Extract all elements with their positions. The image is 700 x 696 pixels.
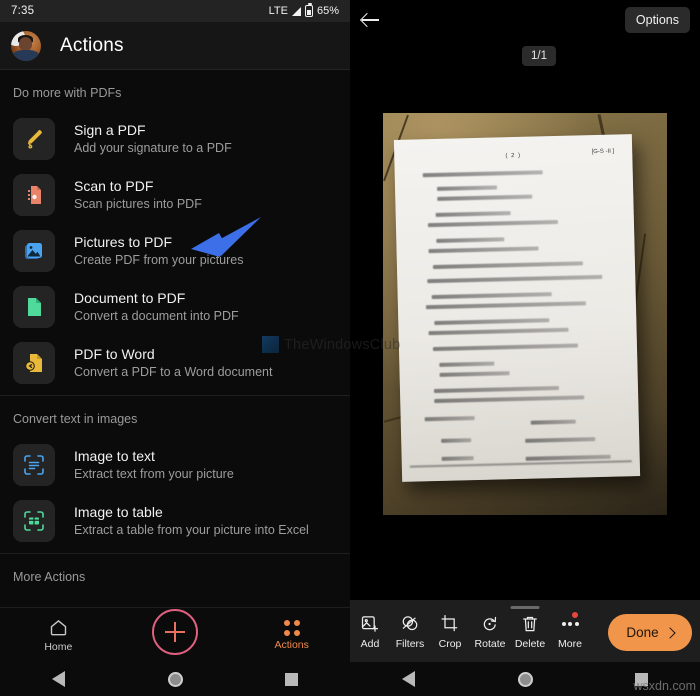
- action-title: Sign a PDF: [74, 122, 146, 138]
- done-button[interactable]: Done: [608, 614, 692, 651]
- watermark-secondary: wsxdn.com: [633, 679, 696, 693]
- plus-fab-icon[interactable]: [152, 609, 198, 655]
- toolbar-label-rotate: Rotate: [474, 638, 506, 650]
- action-row-sign-a-pdf[interactable]: Sign a PDF Add your signature to a PDF: [0, 111, 350, 167]
- screenshot-root: 7:35 LTE 65% Actions Do more with PDFs S…: [0, 0, 700, 696]
- action-row-image-to-text[interactable]: Image to text Extract text from your pic…: [0, 437, 350, 493]
- section-header-pdfs: Do more with PDFs: [13, 86, 122, 100]
- action-title: Pictures to PDF: [74, 234, 173, 250]
- toolbar-label-more: More: [558, 638, 582, 650]
- pen-icon: [13, 118, 55, 160]
- section-header-convert-text: Convert text in images: [13, 412, 138, 426]
- bottom-navigation-bar: Home Actions: [0, 607, 350, 662]
- battery-percent-label: 65%: [316, 5, 339, 17]
- back-arrow-icon[interactable]: [360, 9, 382, 31]
- filters-icon: [402, 616, 418, 631]
- app-header: Actions: [0, 22, 350, 70]
- action-row-pdf-to-word[interactable]: PDF to Word Convert a PDF to a Word docu…: [0, 335, 350, 391]
- toolbar-button-rotate[interactable]: Rotate: [470, 614, 510, 650]
- system-navigation-bar-left: [0, 662, 350, 696]
- action-row-document-to-pdf[interactable]: Document to PDF Convert a document into …: [0, 279, 350, 335]
- toolbar-label-filters: Filters: [395, 638, 425, 650]
- action-subtitle: Create PDF from your pictures: [74, 253, 244, 267]
- action-title: Image to table: [74, 504, 163, 520]
- status-time: 7:35: [11, 5, 35, 17]
- paper-document: ( 2 ) [G-S -II ]: [393, 134, 641, 482]
- image-to-table-icon: [13, 500, 55, 542]
- editor-toolbar: Add Filters Crop Rotate Delete More Done: [350, 600, 700, 662]
- right-phone-screen: Options 1/1 ( 2 ) [G-S -II ] Add Filters…: [350, 0, 700, 696]
- nav-item-home[interactable]: Home: [0, 617, 117, 653]
- action-subtitle: Extract a table from your picture into E…: [74, 523, 309, 537]
- page-title: Actions: [60, 34, 124, 56]
- system-recents-button[interactable]: [233, 672, 350, 686]
- home-icon: [50, 620, 67, 636]
- scan-document-icon: [13, 174, 55, 216]
- system-back-button[interactable]: [350, 671, 467, 687]
- nav-label-home: Home: [44, 641, 73, 653]
- status-bar: 7:35 LTE 65%: [0, 0, 350, 22]
- toolbar-label-delete: Delete: [514, 638, 546, 650]
- trash-icon: [523, 616, 537, 632]
- action-title: PDF to Word: [74, 346, 155, 362]
- add-image-icon: [361, 616, 379, 632]
- left-phone-screen: 7:35 LTE 65% Actions Do more with PDFs S…: [0, 0, 350, 696]
- action-subtitle: Scan pictures into PDF: [74, 197, 202, 211]
- page-indicator-badge: 1/1: [522, 46, 556, 66]
- rotate-icon: [483, 616, 497, 631]
- grid-icon: [283, 619, 300, 636]
- paper-header-text: ( 2 ): [505, 152, 522, 160]
- section-header-more-actions: More Actions: [13, 570, 86, 584]
- scanned-page-preview[interactable]: ( 2 ) [G-S -II ]: [383, 113, 667, 515]
- toolbar-button-crop[interactable]: Crop: [430, 614, 470, 650]
- toolbar-button-add[interactable]: Add: [350, 614, 390, 650]
- options-button[interactable]: Options: [624, 7, 690, 33]
- nav-item-actions[interactable]: Actions: [233, 619, 350, 651]
- more-badge-dot: [572, 612, 578, 618]
- toolbar-label-add: Add: [360, 638, 380, 650]
- drag-handle[interactable]: [510, 606, 540, 609]
- nav-label-actions: Actions: [274, 638, 309, 651]
- paper-code-text: [G-S -II ]: [591, 148, 615, 156]
- picture-icon: [13, 230, 55, 272]
- toolbar-button-delete[interactable]: Delete: [510, 614, 550, 650]
- action-subtitle: Add your signature to a PDF: [74, 141, 232, 155]
- actions-list: Do more with PDFs Sign a PDF Add your si…: [0, 70, 350, 595]
- network-type-label: LTE: [268, 5, 288, 17]
- action-row-pictures-to-pdf[interactable]: Pictures to PDF Create PDF from your pic…: [0, 223, 350, 279]
- system-back-button[interactable]: [0, 671, 117, 687]
- nav-item-create[interactable]: [117, 609, 234, 655]
- action-subtitle: Convert a PDF to a Word document: [74, 365, 273, 379]
- signal-icon: [291, 6, 301, 16]
- image-to-text-icon: [13, 444, 55, 486]
- action-title: Document to PDF: [74, 290, 186, 306]
- chevron-right-icon: [663, 626, 676, 639]
- pdf-to-word-icon: [13, 342, 55, 384]
- action-title: Scan to PDF: [74, 178, 154, 194]
- toolbar-button-more[interactable]: More: [550, 612, 590, 650]
- action-row-image-to-table[interactable]: Image to table Extract a table from your…: [0, 493, 350, 549]
- avatar[interactable]: [11, 30, 41, 61]
- battery-icon: [304, 3, 313, 17]
- action-subtitle: Extract text from your picture: [74, 467, 234, 481]
- system-home-button[interactable]: [117, 671, 234, 687]
- system-home-button[interactable]: [467, 671, 584, 687]
- done-button-label: Done: [626, 625, 659, 640]
- action-subtitle: Convert a document into PDF: [74, 309, 239, 323]
- editor-top-bar: Options: [350, 0, 700, 40]
- document-icon: [13, 286, 55, 328]
- action-row-scan-to-pdf[interactable]: Scan to PDF Scan pictures into PDF: [0, 167, 350, 223]
- crop-icon: [441, 615, 458, 632]
- action-title: Image to text: [74, 448, 155, 464]
- toolbar-label-crop: Crop: [438, 638, 462, 650]
- toolbar-button-filters[interactable]: Filters: [390, 614, 430, 650]
